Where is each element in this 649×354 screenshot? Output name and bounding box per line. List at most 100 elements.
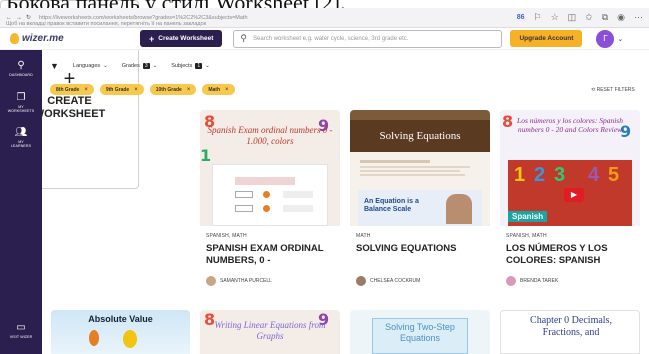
- forward-icon[interactable]: →: [16, 15, 22, 21]
- close-icon[interactable]: ×: [187, 87, 191, 93]
- collections-icon[interactable]: ⧉: [602, 12, 608, 23]
- subjects-dropdown[interactable]: Subjects 1 ⌄: [171, 63, 210, 69]
- worksheet-card[interactable]: Absolute Value: [51, 310, 190, 354]
- close-icon[interactable]: ×: [225, 87, 229, 93]
- thumbnail-caption: An Equation is a Balance Scale: [364, 198, 419, 213]
- grades-dropdown[interactable]: Grades 3 ⌄: [122, 63, 157, 69]
- translate-icon[interactable]: ⚐: [533, 12, 541, 23]
- author-avatar: [356, 276, 366, 286]
- thumbnail-title: Los números y los colores: Spanish numbe…: [517, 116, 623, 134]
- worksheet-card[interactable]: Solving Two-Step Equations: [350, 310, 490, 354]
- sidebar-item-learners[interactable]: 👥︎ MY LEARNERS: [0, 127, 42, 148]
- document-caption: Бокова панель у стилі Worksheet [2].: [0, 0, 649, 8]
- filter-chip[interactable]: 9th Grade ×: [99, 84, 144, 95]
- browser-toolbar: ← → ↻ https://liveworksheets.com/workshe…: [0, 8, 649, 28]
- worksheet-card[interactable]: 8 9 1 Spanish Exam ordinal numbers 0 - 1…: [200, 110, 340, 299]
- back-icon[interactable]: ←: [6, 15, 12, 21]
- filter-bar: ▼ Languages ⌄ Grades 3 ⌄ Subjects 1 ⌄: [50, 61, 210, 71]
- card-author[interactable]: CHELSEA COCKRUM: [356, 276, 420, 286]
- browser-nav: ← → ↻: [6, 14, 31, 22]
- bulb-icon: [10, 33, 19, 44]
- reload-icon[interactable]: ↻: [26, 14, 31, 21]
- chip-label: 9th Grade: [105, 86, 130, 93]
- number-decoration: 1: [200, 146, 212, 165]
- play-icon[interactable]: ▶: [564, 188, 584, 202]
- sidebar-item-dashboard[interactable]: ⚲ DASHBOARD: [0, 60, 42, 77]
- reset-label: RESET FILTERS: [596, 87, 635, 93]
- star-icon[interactable]: ☆: [551, 12, 559, 23]
- numbers-image: 1 2 3 4 5 ▶ Spanish: [508, 160, 632, 226]
- close-icon[interactable]: ×: [134, 87, 138, 93]
- language-badge: Spanish: [508, 211, 548, 222]
- menu-icon[interactable]: ⋯: [634, 12, 643, 23]
- card-subjects: SPANISH, MATH: [506, 233, 547, 239]
- thumbnail-title: Spanish Exam ordinal numbers 0 - 1.000, …: [207, 125, 333, 146]
- bookmarks-hint: Щоб на вкладці правок вставити посилання…: [6, 21, 207, 27]
- search-icon: ⚲: [17, 60, 25, 71]
- worksheet-card[interactable]: Chapter 0 Decimals, Fractions, and: [500, 310, 640, 354]
- author-avatar: [506, 276, 516, 286]
- profile-icon[interactable]: ◉: [617, 12, 625, 23]
- card-title[interactable]: SPANISH EXAM ORDINAL NUMBERS, 0 -: [206, 243, 336, 267]
- worksheet-thumbnail: 8 9 1 Spanish Exam ordinal numbers 0 - 1…: [200, 110, 340, 226]
- card-thumb-title: Absolute Value: [88, 314, 153, 324]
- languages-dropdown[interactable]: Languages ⌄: [73, 63, 108, 69]
- card-author[interactable]: SAMANTHA PURCELL: [206, 276, 272, 286]
- worksheet-card[interactable]: 8 9 Writing Linear Equations from Graphs: [200, 310, 340, 354]
- thumbnail-title: Solving Equations: [379, 130, 461, 142]
- address-bar[interactable]: https://liveworksheets.com/worksheets/br…: [39, 15, 517, 21]
- filter-icon: ▼: [50, 61, 59, 71]
- card-thumb-title: Solving Two-Step Equations: [372, 318, 468, 354]
- sidebar-item-label: MY WORKSHEETS: [7, 105, 35, 114]
- chevron-down-icon[interactable]: ⌄: [617, 35, 623, 43]
- sidebar-item-visit-wizer[interactable]: ▭ VISIT WIZER: [0, 322, 42, 339]
- worksheet-card[interactable]: Solving Equations An Equation is a Balan…: [350, 110, 490, 299]
- create-worksheet-button[interactable]: + Create Worksheet: [140, 30, 223, 47]
- card-subjects: MATH: [356, 233, 371, 239]
- search-placeholder: Search worksheet e.g. water cycle, scien…: [253, 35, 409, 42]
- avatar[interactable]: Г: [596, 29, 615, 48]
- upgrade-account-button[interactable]: Upgrade Account: [510, 30, 583, 47]
- worksheet-thumbnail: 8 9 Los números y los colores: Spanish n…: [500, 110, 640, 226]
- app-header: wizer.me + Create Worksheet ⚲ Search wor…: [0, 28, 649, 50]
- chevron-down-icon: ⌄: [103, 63, 108, 69]
- author-name: BRENDA TAREK: [520, 278, 559, 284]
- search-input[interactable]: ⚲ Search worksheet e.g. water cycle, sci…: [233, 29, 503, 48]
- favorites-icon[interactable]: ✩: [585, 12, 593, 23]
- card-thumb-title: Writing Linear Equations from Graphs: [214, 320, 326, 341]
- extension-badge[interactable]: 86: [517, 14, 525, 21]
- reset-filters-button[interactable]: ⟲ RESET FILTERS: [591, 87, 635, 93]
- worksheet-card[interactable]: 8 9 Los números y los colores: Spanish n…: [500, 110, 640, 299]
- card-author[interactable]: BRENDA TAREK: [506, 276, 558, 286]
- chevron-down-icon: ⌄: [205, 63, 210, 69]
- logo[interactable]: wizer.me: [10, 33, 140, 44]
- author-avatar: [206, 276, 216, 286]
- copy-icon: ❐: [16, 92, 26, 103]
- filter-chip[interactable]: Math ×: [202, 84, 235, 95]
- sidebar-item-label: VISIT WIZER: [9, 335, 33, 339]
- card-title[interactable]: SOLVING EQUATIONS: [356, 243, 486, 255]
- create-worksheet-label: Create Worksheet: [158, 35, 214, 42]
- filter-chip[interactable]: 10th Grade ×: [149, 84, 197, 95]
- sidebar-item-label: DASHBOARD: [9, 73, 33, 77]
- reset-icon: ⟲: [591, 87, 596, 93]
- languages-label: Languages: [72, 63, 101, 69]
- browser-actions: 86 ⚐ ☆ ◫ ✩ ⧉ ◉ ⋯: [517, 12, 643, 23]
- chevron-down-icon: ⌄: [152, 63, 158, 69]
- sidebar-item-label: MY LEARNERS: [10, 140, 32, 149]
- filter-chip[interactable]: 8th Grade ×: [50, 84, 94, 95]
- author-name: CHELSEA COCKRUM: [370, 278, 421, 284]
- monitor-icon: ▭: [16, 322, 26, 333]
- card-subjects: SPANISH, MATH: [206, 233, 247, 239]
- chip-label: Math: [208, 86, 221, 93]
- split-icon[interactable]: ◫: [568, 12, 577, 23]
- sidebar: ⚲ DASHBOARD ❐ MY WORKSHEETS 👥︎ MY LEARNE…: [0, 50, 42, 354]
- card-title[interactable]: LOS NÚMEROS Y LOS COLORES: SPANISH: [506, 243, 636, 267]
- close-icon[interactable]: ×: [84, 87, 88, 93]
- worksheet-thumbnail: Solving Equations An Equation is a Balan…: [350, 110, 490, 226]
- chip-label: 10th Grade: [155, 86, 182, 93]
- people-icon: 👥︎: [14, 127, 28, 138]
- plus-icon: +: [149, 33, 155, 44]
- active-filter-chips: 8th Grade × 9th Grade × 10th Grade × Math ×: [50, 84, 235, 95]
- sidebar-item-worksheets[interactable]: ❐ MY WORKSHEETS: [0, 92, 42, 113]
